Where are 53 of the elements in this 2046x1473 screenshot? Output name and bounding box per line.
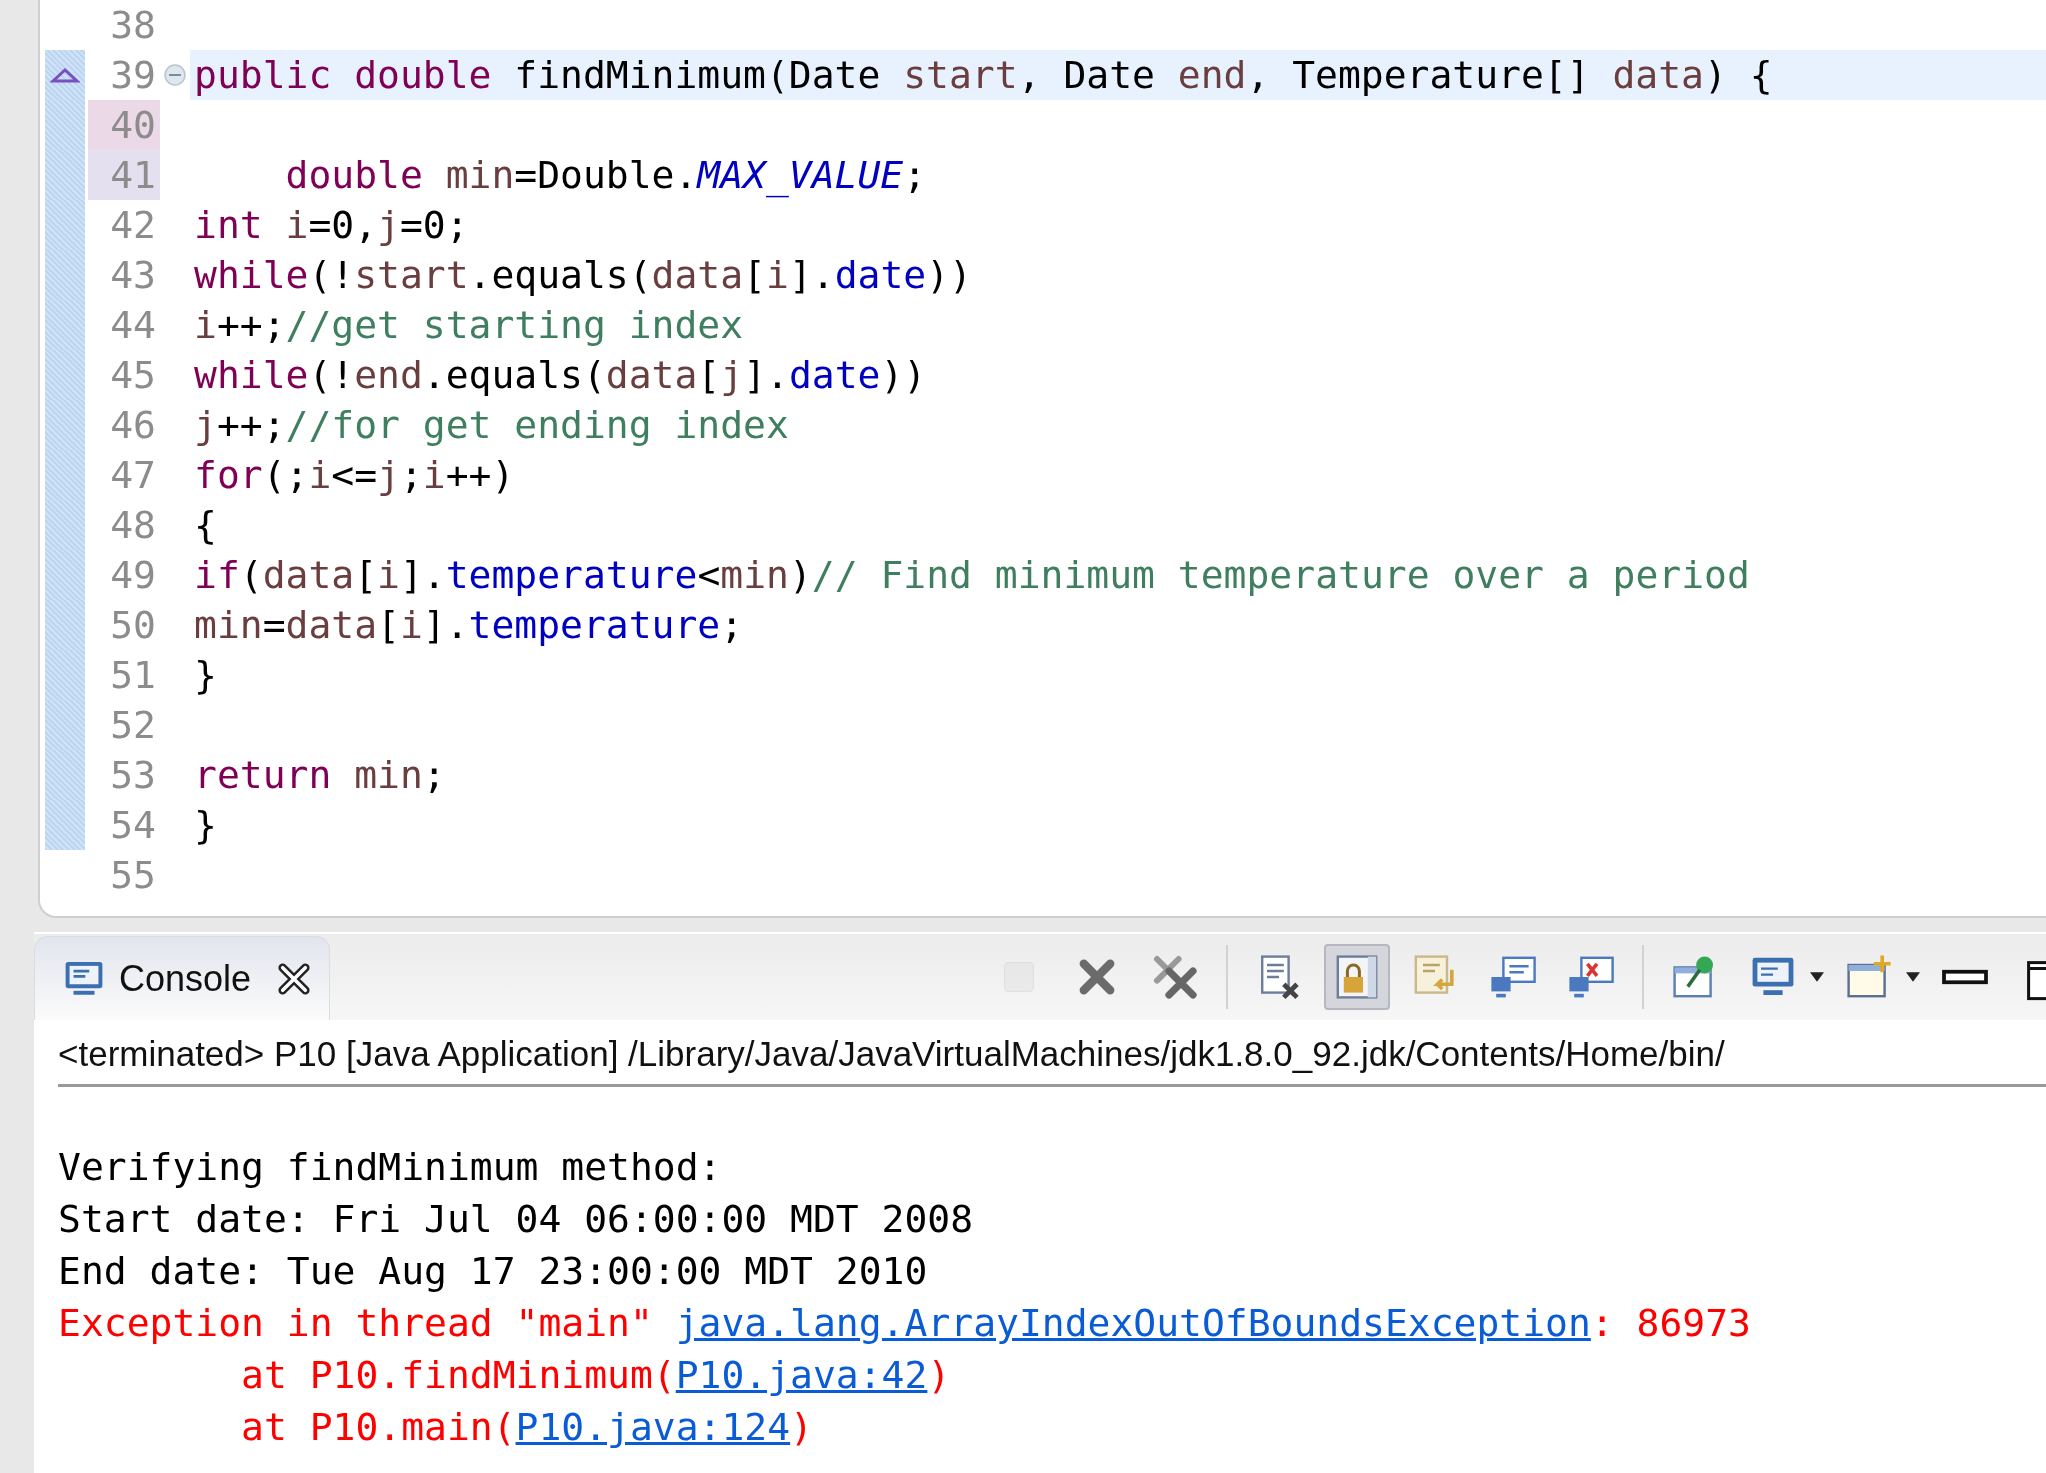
- code-line: j++;//for get ending index: [194, 403, 789, 447]
- source-link[interactable]: P10.java:42: [675, 1353, 928, 1397]
- code-line: }: [194, 803, 217, 847]
- console-text: at P10.main(: [240, 1405, 516, 1449]
- line-number: 49: [109, 552, 157, 599]
- line-number: 51: [109, 652, 157, 699]
- console-text: Verifying findMinimum method:: [58, 1145, 722, 1189]
- close-icon[interactable]: [277, 961, 312, 996]
- collapse-icon[interactable]: [163, 63, 187, 87]
- line-number: 45: [109, 352, 157, 399]
- source-link[interactable]: java.lang.ArrayIndexOutOfBoundsException: [675, 1301, 1591, 1345]
- line-number: 47: [109, 452, 157, 499]
- console-text: : 86973: [1590, 1301, 1751, 1345]
- console-tab[interactable]: Console: [34, 936, 331, 1020]
- console-text: ): [790, 1405, 813, 1449]
- source-link[interactable]: P10.java:124: [515, 1405, 791, 1449]
- line-number: 43: [109, 252, 157, 299]
- line-number: 40: [88, 100, 160, 150]
- code-line: min=data[i].temperature;: [194, 603, 744, 647]
- line-number: 42: [109, 202, 157, 249]
- console-text: at P10.findMinimum(: [240, 1353, 676, 1397]
- scroll-lock-button[interactable]: [1324, 944, 1390, 1010]
- line-number: 38: [109, 2, 157, 49]
- line-number: 55: [109, 852, 157, 899]
- code-line: int i=0,j=0;: [194, 203, 469, 247]
- dropdown-caret-icon[interactable]: [1810, 971, 1824, 983]
- code-line: i++;//get starting index: [194, 303, 744, 347]
- code-line: }: [194, 653, 217, 697]
- code-line: while(!start.equals(data[i].date)): [194, 253, 972, 297]
- code-line: while(!end.equals(data[j].date)): [194, 353, 927, 397]
- line-number: 50: [109, 602, 157, 649]
- code-line: return min;: [194, 753, 446, 797]
- code-editor[interactable]: [38, 0, 2046, 918]
- code-line: {: [194, 503, 217, 547]
- console-text: Exception in thread "main": [58, 1301, 654, 1345]
- line-number: 54: [109, 802, 157, 849]
- line-number: 41: [88, 150, 160, 200]
- line-number: 48: [109, 502, 157, 549]
- console-text: Start date: Fri Jul 04 06:00:00 MDT 2008: [58, 1197, 974, 1241]
- line-number: 44: [109, 302, 157, 349]
- code-line: for(;i<=j;i++): [194, 453, 515, 497]
- line-number: 39: [109, 52, 157, 99]
- code-line: double min=Double.MAX_VALUE;: [284, 153, 927, 197]
- line-number: 46: [109, 402, 157, 449]
- triangle-icon: [50, 67, 80, 83]
- console-text: ): [927, 1353, 951, 1397]
- process-status: <terminated> P10 [Java Application] /Library/Java/JavaVirtualMachines/jdk1.8.0_92.jdk/Contents/Home/bin/: [58, 1020, 2046, 1087]
- line-number: 53: [109, 752, 157, 799]
- console-text: End date: Tue Aug 17 23:00:00 MDT 2010: [58, 1249, 928, 1293]
- code-line: public double findMinimum(Date start, Date end, Temperature[] data) {: [194, 53, 1773, 97]
- line-number: 52: [109, 702, 157, 749]
- dropdown-caret-icon[interactable]: [1906, 971, 1920, 983]
- code-line: if(data[i].temperature<min)// Find minimum temperature over a period: [194, 553, 1750, 597]
